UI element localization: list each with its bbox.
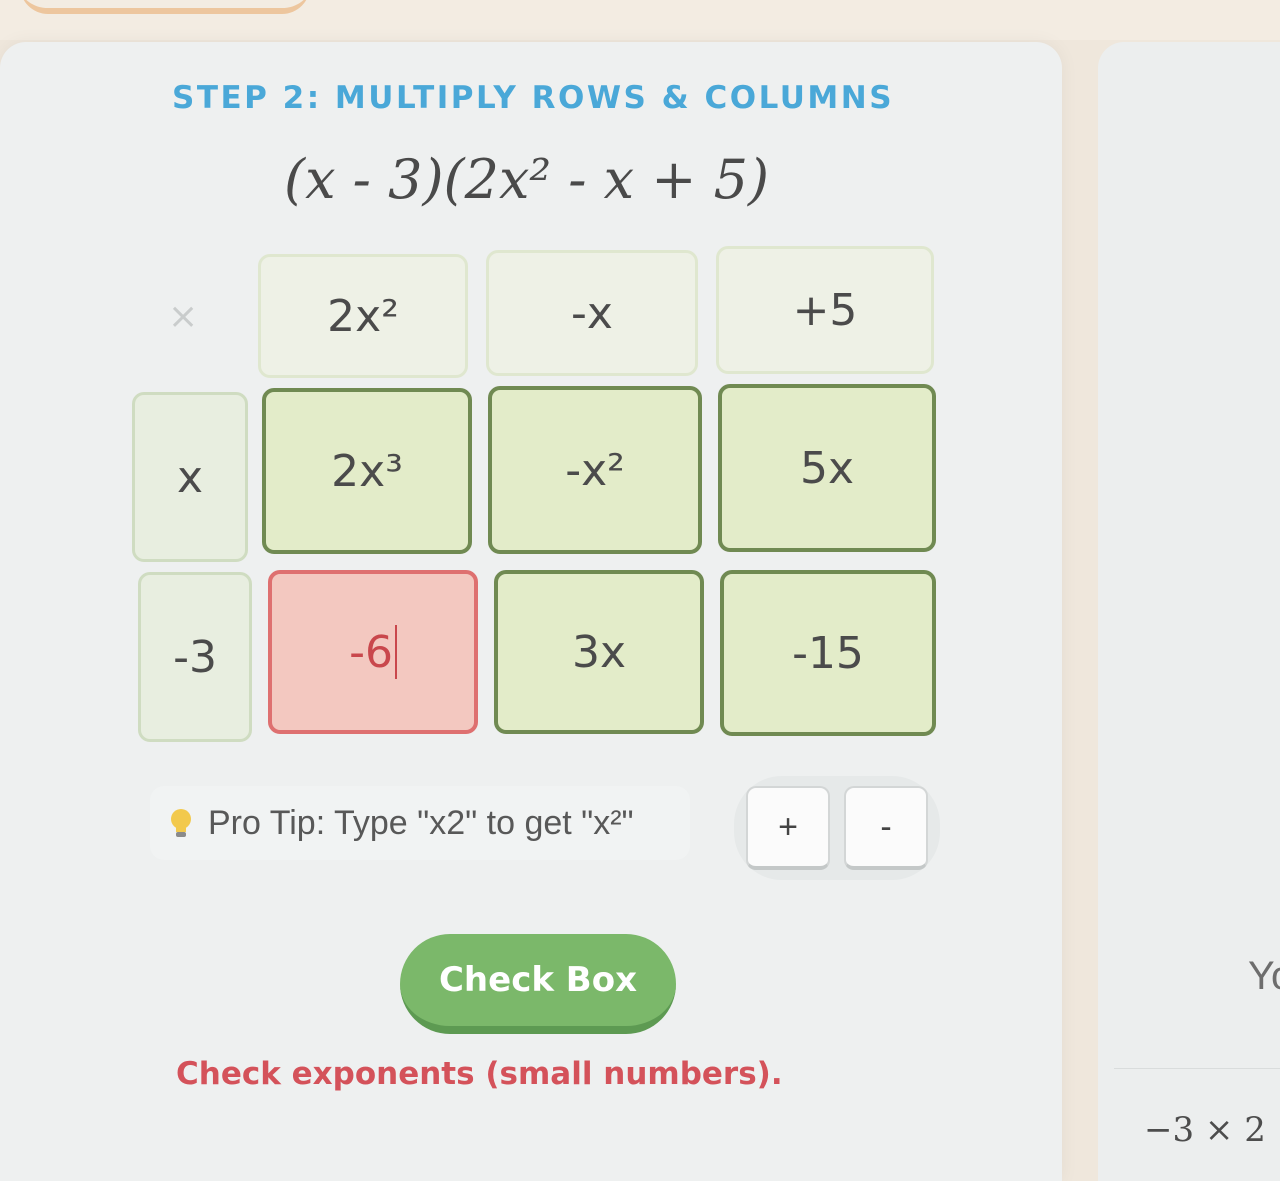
top-strip: [0, 0, 1280, 40]
column-header-2: -x: [486, 250, 698, 376]
pro-tip-text: Pro Tip: Type "x2" to get "x²": [208, 804, 634, 842]
sign-button-group: + -: [734, 776, 940, 880]
minus-button[interactable]: -: [844, 786, 928, 870]
side-expression: −3 × 2: [1144, 1110, 1266, 1150]
product-cell-r2c1[interactable]: -6: [268, 570, 478, 734]
row-header-1: x: [132, 392, 248, 562]
product-cell-r2c1-value: -6: [349, 626, 393, 678]
problem-expression: (x - 3)(2x² - x + 5): [284, 148, 770, 211]
check-box-button[interactable]: Check Box: [400, 934, 676, 1034]
product-cell-r2c2[interactable]: 3x: [494, 570, 704, 734]
pro-tip: Pro Tip: Type "x2" to get "x²": [150, 786, 690, 860]
multiply-icon: ×: [168, 296, 199, 337]
text-caret: [394, 625, 397, 679]
column-header-1: 2x²: [258, 254, 468, 378]
plus-button[interactable]: +: [746, 786, 830, 870]
feedback-message: Check exponents (small numbers).: [176, 1056, 783, 1092]
header-decoration: [20, 0, 310, 14]
product-cell-r1c3[interactable]: 5x: [718, 384, 936, 552]
row-header-2: -3: [138, 572, 252, 742]
side-partial-text: Yo: [1248, 954, 1280, 998]
lightbulb-icon: [171, 809, 191, 837]
product-cell-r1c1[interactable]: 2x³: [262, 388, 472, 554]
product-cell-r2c3[interactable]: -15: [720, 570, 936, 736]
side-panel: Yo −3 × 2: [1098, 42, 1280, 1181]
column-header-3: +5: [716, 246, 934, 374]
step-title: STEP 2: MULTIPLY ROWS & COLUMNS: [172, 80, 895, 116]
side-divider: [1114, 1068, 1280, 1069]
product-cell-r1c2[interactable]: -x²: [488, 386, 702, 554]
